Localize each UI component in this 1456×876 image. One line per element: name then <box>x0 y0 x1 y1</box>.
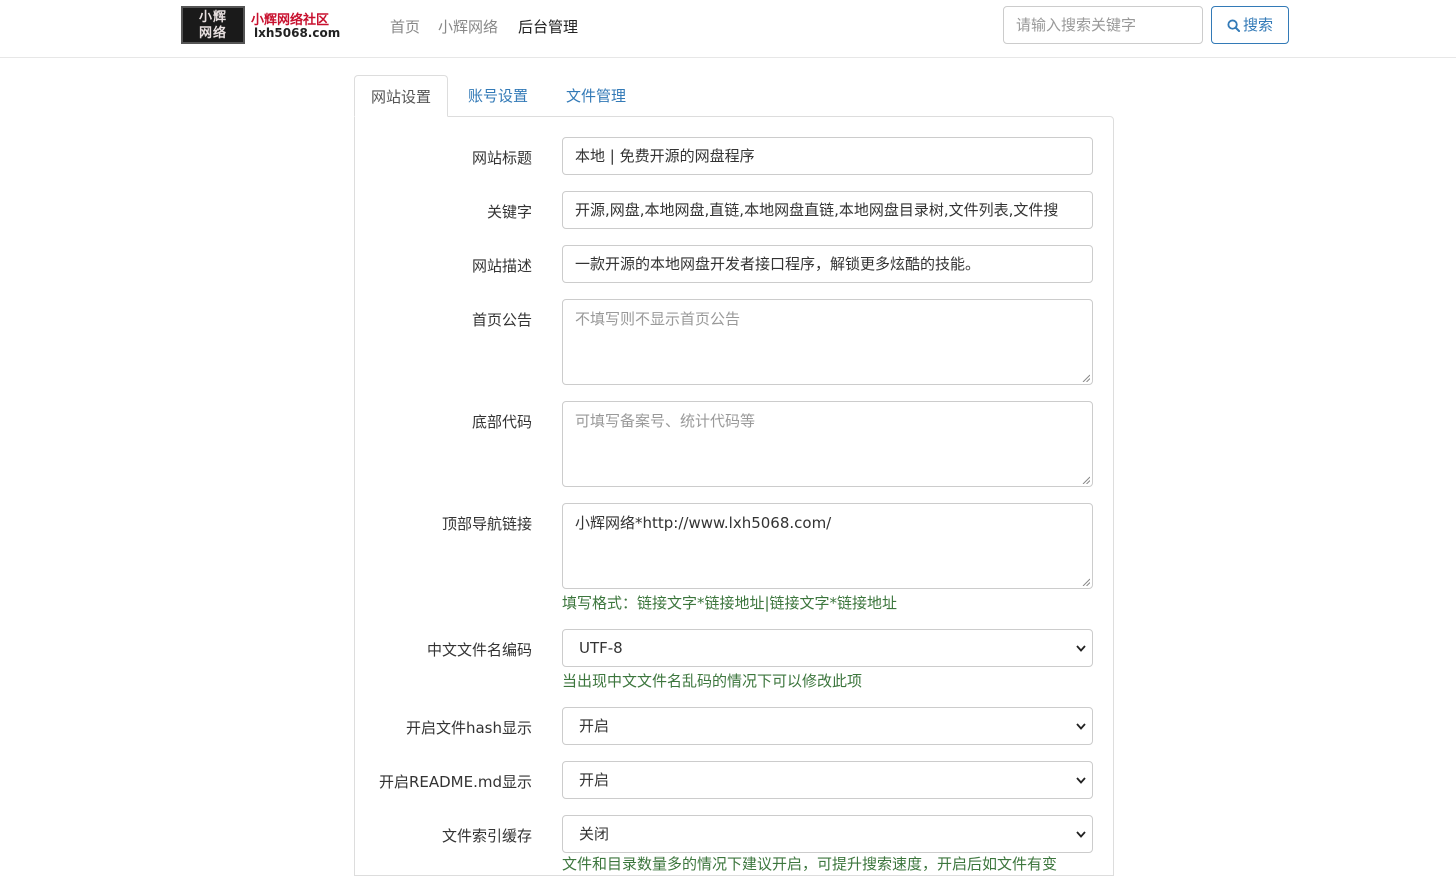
resize-grip-icon[interactable] <box>1082 374 1090 382</box>
notice-placeholder: 不填写则不显示首页公告 <box>575 310 741 328</box>
chevron-down-icon <box>1076 723 1086 730</box>
resize-grip-icon[interactable] <box>1082 578 1090 586</box>
notice-label: 首页公告 <box>471 311 532 329</box>
site-title-label: 网站标题 <box>471 149 532 167</box>
readme-label: 开启README.md显示 <box>378 773 532 791</box>
search-icon <box>1227 19 1241 33</box>
top-nav-links-value: 小辉网络*http://www.lxh5068.com/ <box>575 514 832 532</box>
site-title-input[interactable]: 本地 | 免费开源的网盘程序 <box>562 137 1093 175</box>
resize-grip-icon[interactable] <box>1082 476 1090 484</box>
logo-emblem-line1: 小辉 <box>198 10 227 25</box>
logo-emblem-line2: 网络 <box>198 26 227 41</box>
readme-select[interactable]: 开启 <box>562 761 1093 799</box>
index-cache-value: 关闭 <box>579 825 610 843</box>
top-nav-links-textarea[interactable]: 小辉网络*http://www.lxh5068.com/ <box>562 503 1093 589</box>
readme-value: 开启 <box>579 771 610 789</box>
description-label: 网站描述 <box>471 257 532 275</box>
filename-encoding-help: 当出现中文文件名乱码的情况下可以修改此项 <box>562 672 863 690</box>
nav-admin-link[interactable]: 后台管理 <box>518 16 578 37</box>
filename-encoding-select[interactable]: UTF-8 <box>562 629 1093 667</box>
filename-encoding-label: 中文文件名编码 <box>426 641 532 659</box>
chevron-down-icon <box>1076 645 1086 652</box>
logo-domain: lxh5068.com <box>254 26 341 40</box>
tab-file-management[interactable]: 文件管理 <box>550 75 642 117</box>
index-cache-select[interactable]: 关闭 <box>562 815 1093 853</box>
top-nav-links-label: 顶部导航链接 <box>441 515 532 533</box>
site-logo[interactable]: 小辉 网络 小辉网络社区 lxh5068.com <box>181 6 361 44</box>
tab-site-settings[interactable]: 网站设置 <box>354 75 449 117</box>
keywords-label: 关键字 <box>486 203 532 221</box>
footer-code-label: 底部代码 <box>471 413 532 431</box>
index-cache-help: 文件和目录数量多的情况下建议开启，可提升搜索速度，开启后如文件有变 <box>562 855 1058 873</box>
tab-account-settings[interactable]: 账号设置 <box>452 75 544 117</box>
file-hash-select[interactable]: 开启 <box>562 707 1093 745</box>
logo-emblem: 小辉 网络 <box>181 6 245 44</box>
filename-encoding-value: UTF-8 <box>579 639 623 657</box>
notice-textarea[interactable]: 不填写则不显示首页公告 <box>562 299 1093 385</box>
file-hash-label: 开启文件hash显示 <box>405 719 532 737</box>
search-button[interactable]: 搜索 <box>1211 6 1289 44</box>
nav-home-link[interactable]: 首页 <box>390 16 420 37</box>
file-hash-value: 开启 <box>579 717 610 735</box>
top-navbar: 小辉 网络 小辉网络社区 lxh5068.com 首页 小辉网络 后台管理 搜索 <box>0 0 1456 58</box>
chevron-down-icon <box>1076 777 1086 784</box>
keywords-input[interactable]: 开源,网盘,本地网盘,直链,本地网盘直链,本地网盘目录树,文件列表,文件搜 <box>562 191 1093 229</box>
footer-code-placeholder: 可填写备案号、统计代码等 <box>575 412 756 430</box>
nav-xiaohui-link[interactable]: 小辉网络 <box>438 16 498 37</box>
settings-tabs: 网站设置 账号设置 文件管理 <box>354 75 1114 117</box>
index-cache-label: 文件索引缓存 <box>441 827 532 845</box>
top-nav-links-help: 填写格式：链接文字*链接地址|链接文字*链接地址 <box>562 594 898 612</box>
chevron-down-icon <box>1076 831 1086 838</box>
search-input[interactable] <box>1003 6 1203 44</box>
footer-code-textarea[interactable]: 可填写备案号、统计代码等 <box>562 401 1093 487</box>
description-input[interactable]: 一款开源的本地网盘开发者接口程序，解锁更多炫酷的技能。 <box>562 245 1093 283</box>
search-button-label: 搜索 <box>1242 16 1273 34</box>
